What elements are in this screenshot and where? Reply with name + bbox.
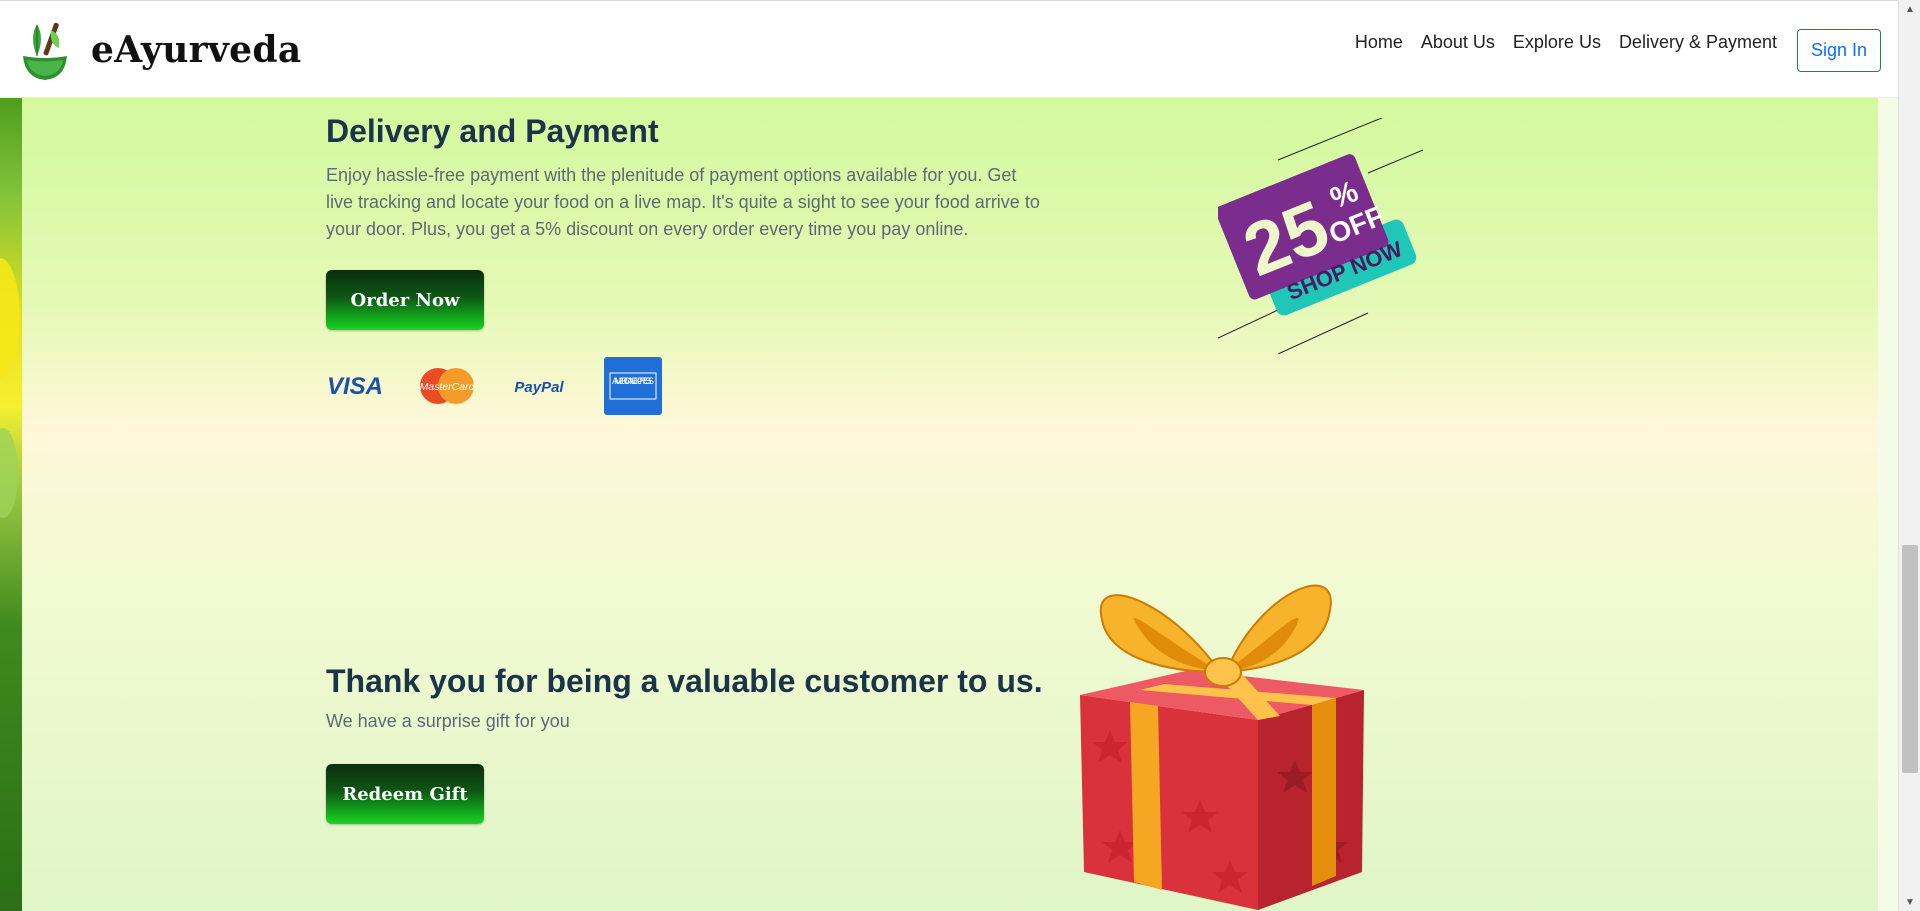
nav-delivery-payment[interactable]: Delivery & Payment (1610, 31, 1786, 53)
delivery-title: Delivery and Payment (326, 113, 659, 149)
mastercard-icon: MasterCard (420, 368, 476, 404)
visa-icon: VISA (327, 373, 383, 400)
paypal-icon: PayPal (514, 379, 564, 396)
amex-icon: AMERICAN EXPRESS (604, 357, 662, 415)
visa-label: VISA (327, 373, 383, 400)
paypal-label: PayPal (514, 379, 564, 396)
leaf-decoration (0, 428, 18, 518)
redeem-gift-button[interactable]: Redeem Gift (326, 764, 484, 824)
scrollbar[interactable]: ▲ ▼ (1898, 0, 1920, 911)
gift-title: Thank you for being a valuable customer … (326, 663, 1043, 699)
mastercard-label: MasterCard (420, 381, 476, 393)
navbar: eAyurveda Home About Us Explore Us Deliv… (0, 0, 1898, 98)
order-now-button[interactable]: Order Now (326, 270, 484, 330)
discount-badge[interactable]: 25 % OFF SHOP NOW (1218, 118, 1426, 354)
brand-name: eAyurveda (91, 29, 302, 71)
triangle-up-icon[interactable]: ▲ (1899, 0, 1920, 18)
amex-label: AMERICAN EXPRESS (612, 376, 654, 386)
brand[interactable]: eAyurveda (15, 15, 301, 85)
left-decorative-image (0, 98, 22, 911)
scroll-thumb[interactable] (1902, 545, 1918, 773)
nav-about-us[interactable]: About Us (1412, 31, 1504, 53)
gift-box-icon (1080, 584, 1364, 910)
nav-home[interactable]: Home (1346, 31, 1412, 53)
nav-explore-us[interactable]: Explore Us (1504, 31, 1610, 53)
right-margin (1878, 98, 1898, 911)
triangle-down-icon[interactable]: ▼ (1899, 893, 1920, 911)
gift-subtitle: We have a surprise gift for you (326, 711, 570, 731)
nav-links: Home About Us Explore Us Delivery & Paym… (1346, 31, 1786, 53)
leaf-decoration (0, 258, 20, 378)
sign-in-button[interactable]: Sign In (1797, 29, 1881, 72)
delivery-description: Enjoy hassle-free payment with the pleni… (326, 165, 1040, 239)
mortar-pestle-leaf-icon (23, 22, 67, 80)
